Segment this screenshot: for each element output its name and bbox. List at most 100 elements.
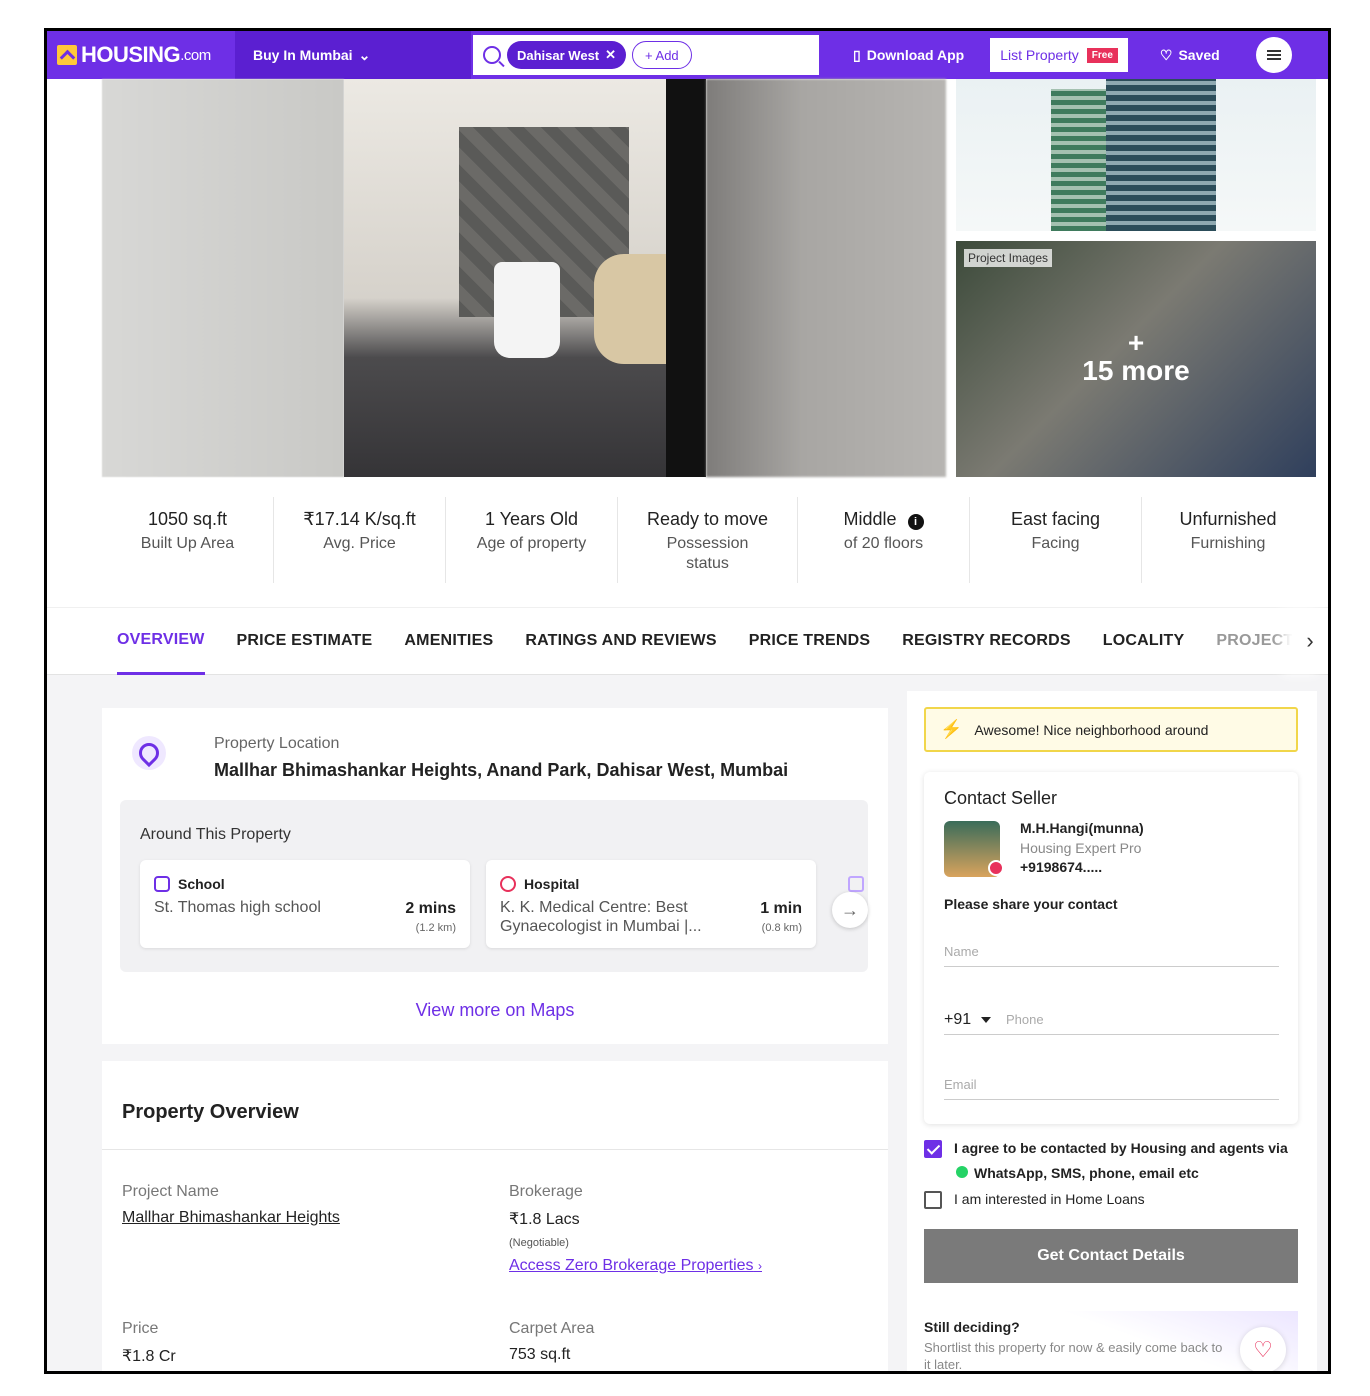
tab-amenities[interactable]: AMENITIES: [404, 607, 493, 675]
nearby-category: School: [154, 876, 225, 892]
more-photos-overlay[interactable]: + 15 more: [956, 241, 1316, 477]
nearby-time: 1 min: [760, 900, 802, 917]
stat-value: 1 Years Old: [484, 509, 579, 529]
field-value: ₹1.8 Cr: [122, 1348, 176, 1365]
chevron-right-icon: ›: [758, 1259, 762, 1273]
contact-sidebar: ⚡ Awesome! Nice neighborhood around Cont…: [907, 691, 1328, 1372]
home-loans-row[interactable]: I am interested in Home Loans: [924, 1191, 1145, 1209]
around-property: Around This Property School St. Thomas h…: [120, 800, 868, 972]
shortlist-button[interactable]: ♡: [1240, 1327, 1286, 1371]
share-contact-text: Please share your contact: [944, 896, 1118, 912]
tab-overview[interactable]: OVERVIEW: [117, 607, 205, 675]
bathroom-toilet: [494, 262, 560, 358]
name-input[interactable]: [944, 937, 1279, 966]
still-deciding-panel: Still deciding? Shortlist this property …: [924, 1311, 1298, 1372]
email-input[interactable]: [944, 1070, 1279, 1099]
section-tabs: OVERVIEW PRICE ESTIMATE AMENITIES RATING…: [47, 607, 1328, 675]
nearby-place[interactable]: Hospital K. K. Medical Centre: Best Gyna…: [486, 860, 816, 948]
info-icon[interactable]: i: [907, 514, 924, 530]
locality-chip-label: Dahisar West: [517, 47, 600, 63]
chevron-right-icon: ›: [1306, 628, 1314, 653]
around-title: Around This Property: [140, 826, 291, 843]
gallery-photo-bathroom[interactable]: [344, 79, 706, 477]
tab-locality[interactable]: LOCALITY: [1103, 607, 1185, 675]
stat-facing: East facing Facing: [970, 497, 1142, 583]
stat-label: Built Up Area: [140, 535, 235, 552]
stat-value: Ready to move: [646, 509, 769, 529]
add-locality-button[interactable]: + Add: [632, 41, 692, 69]
field-label: Price: [122, 1320, 159, 1337]
stat-value: East facing: [1010, 509, 1101, 529]
tab-registry-records[interactable]: REGISTRY RECORDS: [902, 607, 1071, 675]
agent-name: M.H.Hangi(munna): [1020, 820, 1144, 836]
location-card: Property Location Mallhar Bhimashankar H…: [102, 708, 888, 1044]
tower-building: [1106, 79, 1216, 231]
zero-brokerage-link[interactable]: Access Zero Brokerage Properties ›: [509, 1257, 762, 1275]
consent-line-2: WhatsApp, SMS, phone, email etc: [954, 1161, 1299, 1186]
stat-label: of 20 floors: [843, 535, 924, 552]
nearby-next-button[interactable]: →: [832, 892, 868, 928]
stat-label: Possession status: [666, 535, 749, 572]
email-field: [944, 1070, 1279, 1100]
get-contact-details-button[interactable]: Get Contact Details: [924, 1229, 1298, 1283]
list-property-button[interactable]: List Property Free: [990, 38, 1128, 72]
stat-possession: Ready to move Possession status: [618, 497, 798, 583]
contact-seller-card: Contact Seller M.H.Hangi(munna) Housing …: [924, 772, 1328, 1124]
consent-text: I agree to be contacted by Housing and a…: [954, 1136, 1299, 1186]
search-icon: [483, 46, 501, 64]
close-icon[interactable]: ✕: [605, 47, 616, 63]
consent-row[interactable]: I agree to be contacted by Housing and a…: [924, 1140, 1299, 1186]
gallery-photo-blurred-right[interactable]: [706, 79, 946, 477]
overview-project-name: Project Name Mallhar Bhimashankar Height…: [122, 1183, 340, 1227]
stat-furnishing: Unfurnished Furnishing: [1142, 497, 1314, 583]
tabs-next-button[interactable]: ›: [1292, 608, 1328, 674]
city-dropdown[interactable]: Buy In Mumbai ⌄: [235, 31, 471, 79]
phone-field: +91: [944, 1005, 1328, 1035]
stat-floor: Middle i of 20 floors: [798, 497, 970, 583]
stat-value: Unfurnished: [1179, 509, 1277, 529]
phone-icon: ▯: [853, 46, 861, 63]
location-address: Mallhar Bhimashankar Heights, Anand Park…: [214, 760, 789, 780]
list-property-label: List Property: [1000, 47, 1079, 63]
country-code-select[interactable]: +91: [944, 1011, 992, 1029]
locality-chip[interactable]: Dahisar West ✕: [507, 41, 627, 69]
still-deciding-text: Shortlist this property for now & easily…: [924, 1340, 1223, 1372]
location-pin-icon: [132, 736, 166, 770]
tab-ratings-reviews[interactable]: RATINGS AND REVIEWS: [525, 607, 716, 675]
whatsapp-icon: [956, 1166, 968, 1178]
saved-label: Saved: [1178, 47, 1220, 63]
tab-price-trends[interactable]: PRICE TRENDS: [749, 607, 871, 675]
home-loans-checkbox[interactable]: [924, 1191, 942, 1209]
menu-button[interactable]: [1255, 37, 1292, 73]
school-icon: [154, 876, 170, 892]
overview-brokerage: Brokerage ₹1.8 Lacs (Negotiable) Access …: [509, 1183, 762, 1275]
tab-price-estimate[interactable]: PRICE ESTIMATE: [237, 607, 373, 675]
phone-input[interactable]: [1006, 1005, 1328, 1034]
verified-badge-icon: [988, 860, 1004, 876]
stat-built-up-area: 1050 sq.ft Built Up Area: [102, 497, 274, 583]
search-bar[interactable]: Dahisar West ✕ + Add: [473, 35, 819, 75]
download-app-link[interactable]: ▯ Download App: [853, 47, 964, 64]
hospital-icon: [500, 876, 516, 892]
gallery-photo-blurred-left[interactable]: [102, 79, 344, 477]
page-frame: HOUSING .com Buy In Mumbai ⌄ Dahisar West…: [44, 28, 1331, 1374]
tower-building-left: [1051, 89, 1106, 231]
stat-age: 1 Years Old Age of property: [446, 497, 618, 583]
project-name-link[interactable]: Mallhar Bhimashankar Heights: [122, 1209, 340, 1227]
top-header: HOUSING .com Buy In Mumbai ⌄ Dahisar West…: [47, 31, 1328, 79]
heart-icon: ♡: [1253, 1337, 1273, 1362]
nearby-place[interactable]: School St. Thomas high school 2 mins (1.…: [140, 860, 470, 948]
view-maps-link[interactable]: View more on Maps: [102, 1000, 888, 1021]
bathroom-door: [666, 79, 706, 477]
banner-text: Awesome! Nice neighborhood around: [974, 721, 1209, 738]
saved-link[interactable]: ♡ Saved: [1160, 47, 1220, 64]
stat-value: Middle i: [798, 509, 969, 530]
consent-checkbox[interactable]: [924, 1140, 942, 1158]
location-label: Property Location: [214, 735, 340, 752]
gallery-photo-project[interactable]: Project Images + 15 more: [956, 241, 1316, 477]
overview-price: Price ₹1.8 Cr: [122, 1320, 176, 1366]
nearby-name: K. K. Medical Centre: Best Gynaecologist…: [500, 899, 702, 935]
country-code-value: +91: [944, 1011, 972, 1028]
gallery-photo-tower[interactable]: [956, 79, 1316, 231]
housing-logo[interactable]: HOUSING .com: [47, 31, 235, 79]
